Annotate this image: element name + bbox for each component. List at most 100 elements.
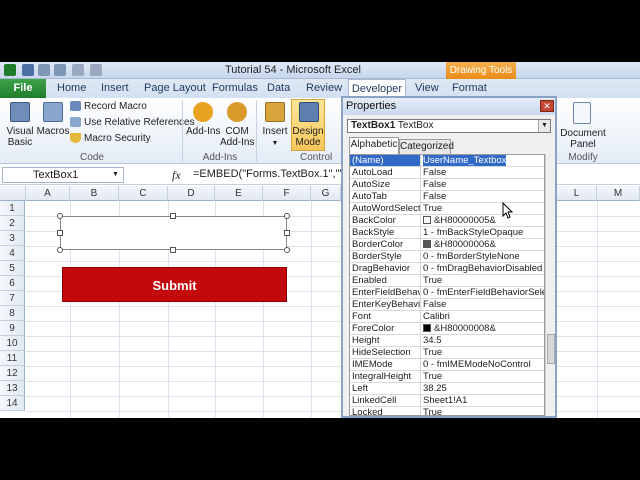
property-row[interactable]: IntegralHeight True	[350, 371, 544, 383]
column-header[interactable]: D	[168, 186, 215, 201]
resize-handle[interactable]	[57, 230, 63, 236]
row-header[interactable]: 9	[0, 321, 25, 336]
tab-insert[interactable]: Insert	[101, 82, 129, 94]
redo-icon[interactable]	[54, 64, 66, 76]
property-value[interactable]: Calibri	[423, 311, 544, 322]
row-header[interactable]: 12	[0, 366, 25, 381]
object-selector[interactable]: TextBox1 TextBox ▼	[347, 119, 551, 133]
property-value[interactable]: True	[423, 371, 544, 382]
property-value[interactable]: 0 - fmDragBehaviorDisabled	[423, 263, 544, 274]
document-panel-button[interactable]: Document Panel	[560, 100, 606, 150]
property-value[interactable]: True	[423, 203, 544, 214]
property-value[interactable]: 34.5	[423, 335, 544, 346]
name-box-dropdown-icon[interactable]: ▼	[112, 171, 119, 178]
tab-data[interactable]: Data	[267, 82, 290, 94]
row-header[interactable]: 2	[0, 216, 25, 231]
scrollbar-thumb[interactable]	[547, 334, 555, 364]
row-header[interactable]: 14	[0, 396, 25, 411]
tab-formulas[interactable]: Formulas	[212, 82, 258, 94]
property-row[interactable]: HideSelection True	[350, 347, 544, 359]
customize-quick-access-icon[interactable]	[90, 64, 102, 76]
property-row[interactable]: AutoWordSelect True	[350, 203, 544, 215]
tab-file[interactable]: File	[0, 79, 46, 98]
property-row[interactable]: Font Calibri	[350, 311, 544, 323]
property-value[interactable]: 1 - fmBackStyleOpaque	[423, 227, 544, 238]
property-row[interactable]: AutoTab False	[350, 191, 544, 203]
property-row[interactable]: BackColor &H80000005&	[350, 215, 544, 227]
chevron-down-icon[interactable]: ▼	[538, 120, 550, 132]
undo-icon[interactable]	[38, 64, 50, 76]
tab-home[interactable]: Home	[57, 82, 86, 94]
row-header[interactable]: 4	[0, 246, 25, 261]
property-row[interactable]: BackStyle 1 - fmBackStyleOpaque	[350, 227, 544, 239]
column-header[interactable]: A	[26, 186, 70, 201]
column-header[interactable]: L	[557, 186, 597, 201]
tab-page-layout[interactable]: Page Layout	[144, 82, 206, 94]
property-value[interactable]: True	[423, 407, 544, 415]
close-icon[interactable]: ✕	[540, 100, 554, 112]
property-value[interactable]: 0 - fmIMEModeNoControl	[423, 359, 544, 370]
select-all-corner[interactable]	[0, 186, 26, 201]
insert-control-button[interactable]: Insert ▼	[260, 100, 290, 150]
row-header[interactable]: 10	[0, 336, 25, 351]
property-row[interactable]: AutoSize False	[350, 179, 544, 191]
name-box[interactable]: TextBox1	[2, 167, 124, 183]
property-row[interactable]: LinkedCell Sheet1!A1	[350, 395, 544, 407]
property-value[interactable]: False	[423, 179, 544, 190]
com-add-ins-button[interactable]: COM Add-Ins	[220, 100, 254, 150]
property-row[interactable]: AutoLoad False	[350, 167, 544, 179]
property-value[interactable]: True	[423, 275, 544, 286]
property-value[interactable]: False	[423, 299, 544, 310]
row-header[interactable]: 3	[0, 231, 25, 246]
resize-handle[interactable]	[284, 230, 290, 236]
property-value[interactable]: 0 - fmBorderStyleNone	[423, 251, 544, 262]
resize-handle[interactable]	[284, 213, 290, 219]
property-row[interactable]: ForeColor &H80000008&	[350, 323, 544, 335]
property-row[interactable]: Enabled True	[350, 275, 544, 287]
macros-button[interactable]: Macros	[36, 100, 70, 150]
property-value-cell[interactable]: &H80000006&	[423, 239, 544, 250]
column-header[interactable]: G	[311, 186, 341, 201]
property-row[interactable]: EnterFieldBehavior 0 - fmEnterFieldBehav…	[350, 287, 544, 299]
row-header[interactable]: 8	[0, 306, 25, 321]
tab-view[interactable]: View	[415, 82, 439, 94]
column-header[interactable]: M	[597, 186, 640, 201]
tab-alphabetic[interactable]: Alphabetic	[349, 137, 399, 154]
insert-function-icon[interactable]: fx	[172, 168, 181, 183]
tab-format[interactable]: Format	[452, 82, 487, 94]
property-value[interactable]: Sheet1!A1	[423, 395, 544, 406]
column-header[interactable]: C	[119, 186, 168, 201]
property-value[interactable]: False	[423, 191, 544, 202]
property-row[interactable]: BorderStyle 0 - fmBorderStyleNone	[350, 251, 544, 263]
property-row[interactable]: Left 38.25	[350, 383, 544, 395]
save-icon[interactable]	[22, 64, 34, 76]
row-header[interactable]: 7	[0, 291, 25, 306]
row-header[interactable]: 11	[0, 351, 25, 366]
property-row[interactable]: EnterKeyBehavior False	[350, 299, 544, 311]
visual-basic-button[interactable]: Visual Basic	[4, 100, 36, 150]
property-value[interactable]: UserName_Textbox	[423, 155, 507, 166]
textbox-control[interactable]	[60, 216, 287, 250]
record-macro-button[interactable]: Record Macro	[70, 100, 180, 113]
submit-button[interactable]: Submit	[62, 267, 287, 302]
row-header[interactable]: 6	[0, 276, 25, 291]
property-value-cell[interactable]: &H80000008&	[423, 323, 544, 334]
property-row[interactable]: Height 34.5	[350, 335, 544, 347]
add-ins-button[interactable]: Add-Ins	[186, 100, 220, 150]
property-value[interactable]: False	[423, 167, 544, 178]
property-value[interactable]: 0 - fmEnterFieldBehaviorSelect	[423, 287, 544, 298]
resize-handle[interactable]	[170, 213, 176, 219]
row-header[interactable]: 5	[0, 261, 25, 276]
design-mode-button[interactable]: Design Mode	[291, 99, 325, 151]
property-grid-scrollbar[interactable]	[545, 154, 555, 416]
resize-handle[interactable]	[57, 213, 63, 219]
quick-access-icon[interactable]	[72, 64, 84, 76]
column-header[interactable]: F	[263, 186, 311, 201]
property-row[interactable]: BorderColor &H80000006&	[350, 239, 544, 251]
macro-security-button[interactable]: Macro Security	[70, 132, 170, 145]
property-value[interactable]: 38.25	[423, 383, 544, 394]
resize-handle[interactable]	[170, 247, 176, 253]
column-header[interactable]: E	[215, 186, 263, 201]
resize-handle[interactable]	[284, 247, 290, 253]
property-value[interactable]: True	[423, 347, 544, 358]
